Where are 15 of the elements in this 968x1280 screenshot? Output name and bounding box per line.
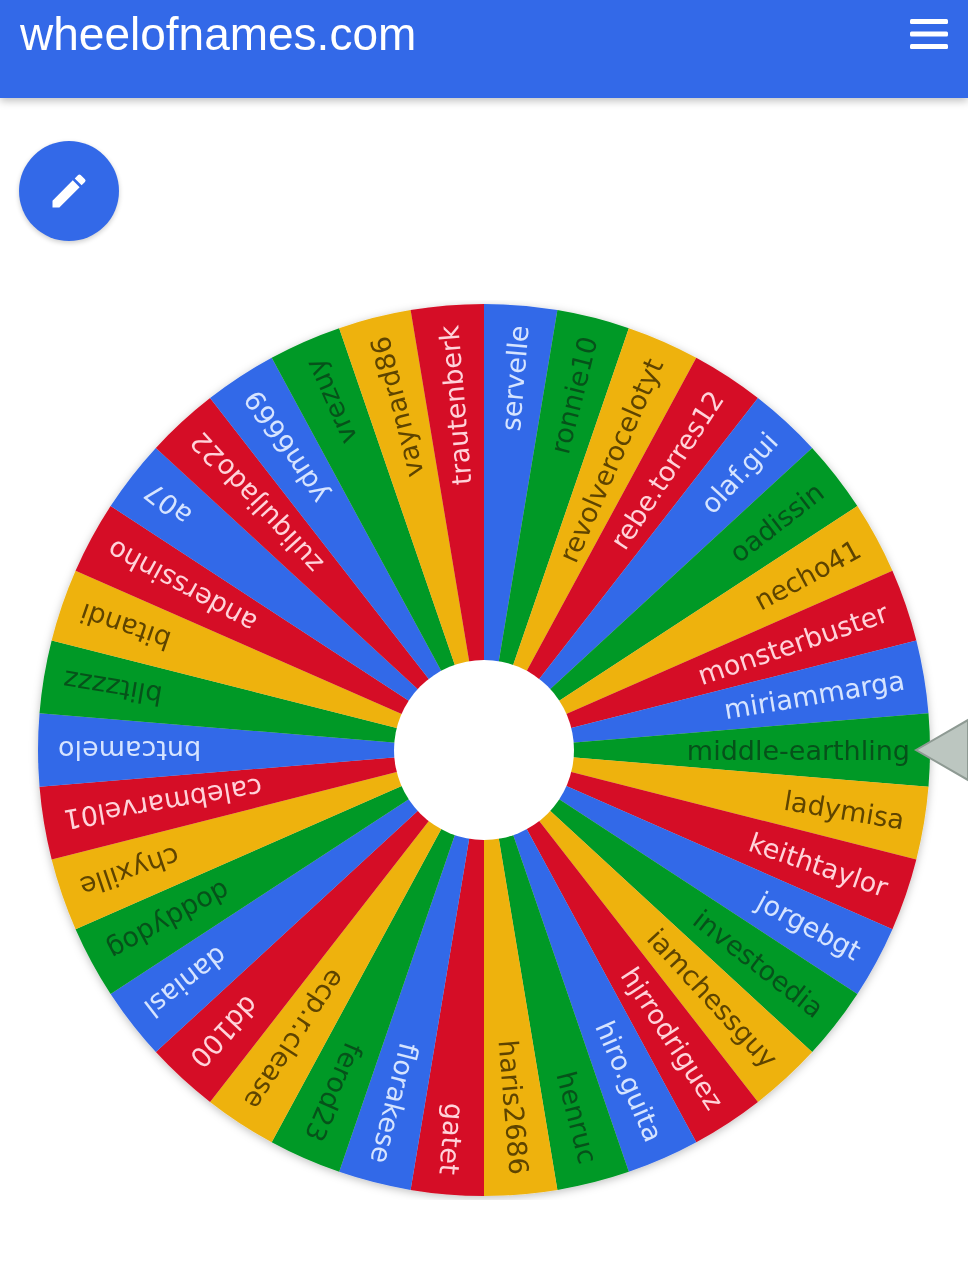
pointer-icon [914,718,968,782]
edit-button[interactable] [19,141,119,241]
segment-label: trautenberk [433,324,478,487]
segment-label: ladymisa [781,784,907,836]
segment-label: middle-earthling [686,734,910,766]
segment-label: henruc [550,1068,604,1167]
site-title[interactable]: wheelofnames.com [20,11,417,57]
segment-label: blitzzzz [61,664,165,712]
wheel-hub[interactable] [394,660,574,840]
segment-label: haris2686 [492,1038,535,1176]
segment-label: bntcamelo [58,734,202,766]
segment-label: servelle [495,324,535,433]
menu-icon[interactable] [910,19,948,49]
segment-label: a07 [138,476,198,532]
segment-label: gatet [433,1102,471,1176]
